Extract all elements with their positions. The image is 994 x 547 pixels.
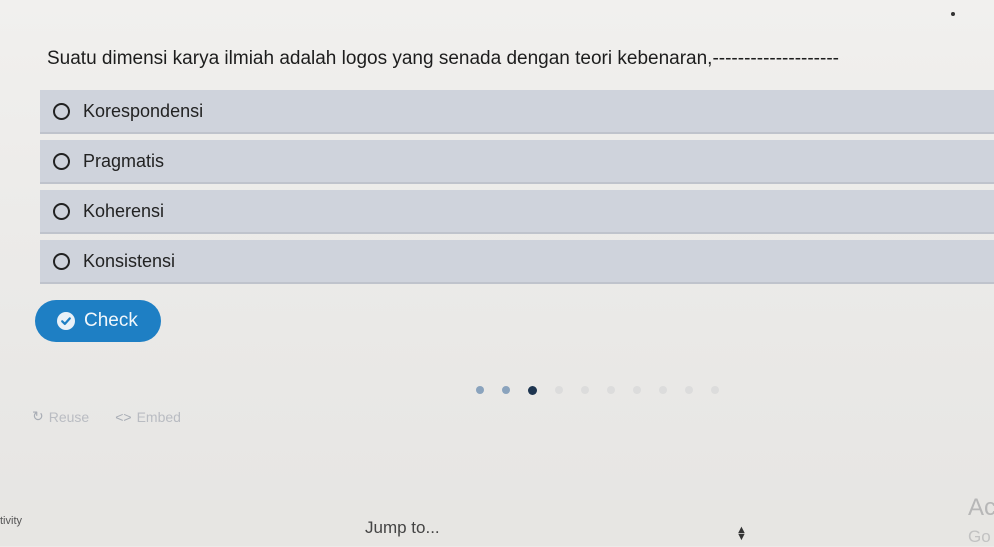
progress-dot[interactable] bbox=[476, 386, 484, 394]
ac-text: Ac bbox=[968, 494, 994, 521]
option-label: Koherensi bbox=[83, 200, 165, 221]
select-arrows-icon: ▲ ▼ bbox=[736, 524, 747, 543]
progress-dot[interactable] bbox=[607, 386, 615, 394]
reuse-link[interactable]: ↻ Reuse bbox=[32, 408, 89, 425]
option-konsistensi[interactable]: Konsistensi bbox=[40, 240, 994, 284]
decorative-dot bbox=[951, 12, 955, 16]
progress-dot[interactable] bbox=[502, 386, 510, 394]
option-label: Pragmatis bbox=[83, 150, 165, 171]
progress-indicator bbox=[476, 384, 737, 396]
radio-button-icon[interactable] bbox=[53, 252, 70, 270]
footer-links: ↻ Reuse <> Embed bbox=[32, 408, 207, 425]
check-button[interactable]: Check bbox=[35, 300, 161, 342]
checkmark-circle-icon bbox=[57, 312, 75, 330]
radio-button-icon[interactable] bbox=[53, 202, 70, 220]
radio-button-icon[interactable] bbox=[53, 152, 70, 170]
refresh-icon: ↻ bbox=[32, 408, 44, 424]
progress-dot[interactable] bbox=[581, 386, 589, 394]
progress-dot[interactable] bbox=[555, 386, 563, 394]
option-label: Korespondensi bbox=[83, 100, 204, 121]
option-korespondensi[interactable]: Korespondensi bbox=[40, 90, 994, 134]
radio-button-icon[interactable] bbox=[53, 102, 70, 120]
embed-label: Embed bbox=[136, 408, 181, 425]
option-label: Konsistensi bbox=[83, 250, 176, 271]
check-button-label: Check bbox=[84, 310, 138, 331]
option-pragmatis[interactable]: Pragmatis bbox=[40, 140, 994, 184]
progress-dot[interactable] bbox=[685, 386, 693, 394]
go-text: Go bbox=[968, 527, 991, 546]
reuse-label: Reuse bbox=[48, 408, 90, 425]
question-text: Suatu dimensi karya ilmiah adalah logos … bbox=[47, 48, 839, 69]
progress-dot[interactable] bbox=[659, 386, 667, 394]
code-icon: <> bbox=[115, 408, 132, 425]
answer-options: Korespondensi Pragmatis Koherensi Konsis… bbox=[40, 90, 994, 290]
page-background: Suatu dimensi karya ilmiah adalah logos … bbox=[0, 0, 994, 546]
progress-dot[interactable] bbox=[633, 386, 641, 394]
activity-link[interactable]: tivity bbox=[0, 515, 22, 527]
progress-dot[interactable] bbox=[711, 386, 719, 394]
option-koherensi[interactable]: Koherensi bbox=[40, 190, 994, 234]
embed-link[interactable]: <> Embed bbox=[115, 409, 181, 425]
progress-dot-current[interactable] bbox=[528, 385, 537, 395]
jump-to-label: Jump to... bbox=[365, 518, 440, 537]
